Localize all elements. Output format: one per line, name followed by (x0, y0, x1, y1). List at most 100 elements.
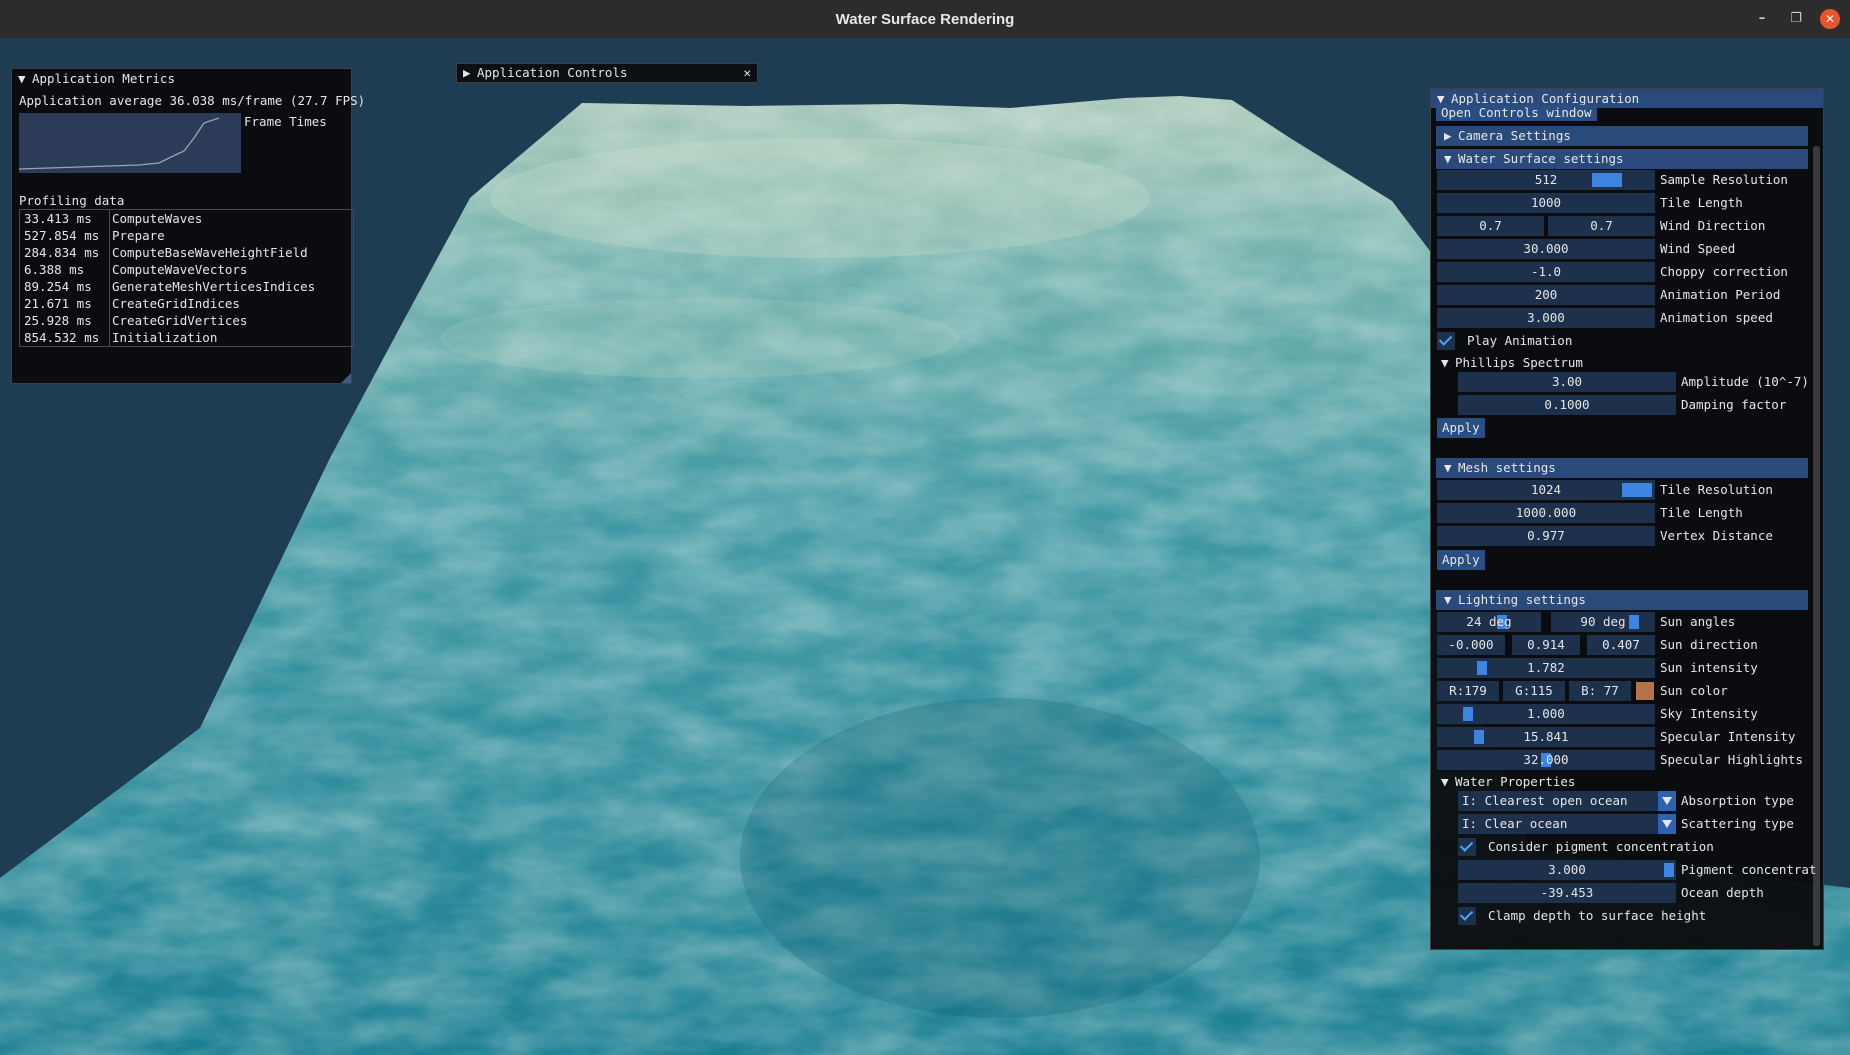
mesh-apply-button[interactable]: Apply (1437, 550, 1485, 570)
sun-color-r[interactable]: R:179 (1437, 681, 1499, 701)
profiling-table: 33.413 ms ComputeWaves 527.854 ms Prepare … (19, 209, 354, 347)
sky-intensity-slider[interactable]: 1.000 (1437, 704, 1655, 724)
tile-resolution-label: Tile Resolution (1660, 482, 1773, 497)
close-icon[interactable]: ✕ (743, 64, 751, 82)
specular-intensity-slider[interactable]: 15.841 (1437, 727, 1655, 747)
animation-speed-field[interactable]: 3.000 (1437, 308, 1655, 328)
sun-angle-azimuth-slider[interactable]: 90 deg (1551, 612, 1655, 632)
controls-window[interactable]: ▶ Application Controls ✕ (456, 63, 758, 83)
profiling-label: Profiling data (19, 193, 125, 208)
table-row: 33.413 ms ComputeWaves (24, 211, 203, 226)
vertex-distance-field[interactable]: 0.977 (1437, 526, 1655, 546)
play-animation-label: Play Animation (1467, 333, 1573, 348)
frame-times-graph (19, 113, 241, 173)
table-row: 25.928 ms CreateGridVertices (24, 313, 248, 328)
metrics-title: Application Metrics (32, 71, 175, 86)
tile-length-field[interactable]: 1000 (1437, 193, 1655, 213)
animation-period-field[interactable]: 200 (1437, 285, 1655, 305)
clamp-depth-checkbox[interactable] (1458, 907, 1476, 925)
frame-times-label: Frame Times (244, 114, 327, 129)
choppy-label: Choppy correction (1660, 264, 1788, 279)
minimize-icon[interactable]: – (1752, 9, 1772, 29)
camera-settings-header[interactable]: ▶ Camera Settings (1436, 126, 1808, 146)
lighting-settings-header[interactable]: ▼ Lighting settings (1436, 590, 1808, 610)
sun-color-g[interactable]: G:115 (1503, 681, 1565, 701)
damping-label: Damping factor (1681, 397, 1787, 412)
sun-direction-y[interactable]: 0.914 (1512, 635, 1580, 655)
tile-length-label: Tile Length (1660, 195, 1743, 210)
ocean-depth-label: Ocean depth (1681, 885, 1764, 900)
absorption-type-label: Absorption type (1681, 793, 1794, 808)
table-row: 21.671 ms CreateGridIndices (24, 296, 240, 311)
pigment-check-label: Consider pigment concentration (1488, 839, 1714, 854)
animation-period-label: Animation Period (1660, 287, 1781, 302)
choppy-field[interactable]: -1.0 (1437, 262, 1655, 282)
table-row: 6.388 ms ComputeWaveVectors (24, 262, 248, 277)
table-row: 284.834 ms ComputeBaseWaveHeightField (24, 245, 308, 260)
table-row: 89.254 ms GenerateMeshVerticesIndices (24, 279, 316, 294)
sun-intensity-label: Sun intensity (1660, 660, 1758, 675)
collapse-arrow-icon[interactable]: ▼ (18, 69, 32, 88)
sun-intensity-slider[interactable]: 1.782 (1437, 658, 1655, 678)
close-icon[interactable]: ✕ (1820, 9, 1840, 29)
window-title: Water Surface Rendering (835, 10, 1015, 28)
absorption-type-combo[interactable]: I: Clearest open ocean (1458, 791, 1676, 811)
scattering-type-label: Scattering type (1681, 816, 1794, 831)
water-apply-button[interactable]: Apply (1437, 418, 1485, 438)
config-scrollbar[interactable] (1813, 146, 1820, 946)
window-titlebar: Water Surface Rendering – ❐ ✕ (0, 0, 1850, 39)
table-row: 527.854 ms Prepare (24, 228, 165, 243)
metrics-window[interactable]: ▼ Application Metrics Application average… (11, 68, 365, 384)
animation-speed-label: Animation speed (1660, 310, 1773, 325)
fps-average: Application average 36.038 ms/frame (27.… (19, 93, 366, 108)
clamp-depth-label: Clamp depth to surface height (1488, 908, 1707, 923)
tile-resolution-slider[interactable]: 1024 (1437, 480, 1655, 500)
sample-resolution-slider[interactable]: 512 (1437, 170, 1655, 190)
wind-speed-field[interactable]: 30.000 (1437, 239, 1655, 259)
specular-highlights-slider[interactable]: 32.000 (1437, 750, 1655, 770)
controls-title: Application Controls (477, 65, 628, 80)
wind-speed-label: Wind Speed (1660, 241, 1736, 256)
sample-resolution-label: Sample Resolution (1660, 172, 1788, 187)
table-row: 854.532 ms Initialization (24, 330, 218, 345)
water-properties-node[interactable]: ▼ Water Properties (1441, 773, 1575, 790)
scattering-type-combo[interactable]: I: Clear ocean (1458, 814, 1676, 834)
wind-direction-y[interactable]: 0.7 (1548, 216, 1655, 236)
expand-arrow-icon[interactable]: ▶ (463, 64, 477, 82)
amplitude-field[interactable]: 3.00 (1458, 372, 1676, 392)
phillips-spectrum-node[interactable]: ▼ Phillips Spectrum (1441, 354, 1583, 371)
mesh-tile-length-field[interactable]: 1000.000 (1437, 503, 1655, 523)
ocean-depth-field[interactable]: -39.453 (1458, 883, 1676, 903)
water-settings-header[interactable]: ▼ Water Surface settings (1436, 149, 1808, 169)
amplitude-label: Amplitude (10^-7) (1681, 374, 1809, 389)
chevron-down-icon[interactable] (1658, 814, 1676, 834)
sun-color-swatch[interactable] (1636, 682, 1654, 700)
sun-direction-label: Sun direction (1660, 637, 1758, 652)
sun-color-label: Sun color (1660, 683, 1728, 698)
sun-color-b[interactable]: B: 77 (1569, 681, 1631, 701)
pigment-checkbox[interactable] (1458, 838, 1476, 856)
specular-intensity-label: Specular Intensity (1660, 729, 1796, 744)
wind-direction-x[interactable]: 0.7 (1437, 216, 1544, 236)
mesh-tile-length-label: Tile Length (1660, 505, 1743, 520)
vertex-distance-label: Vertex Distance (1660, 528, 1773, 543)
damping-field[interactable]: 0.1000 (1458, 395, 1676, 415)
sky-intensity-label: Sky Intensity (1660, 706, 1758, 721)
play-animation-checkbox[interactable] (1437, 332, 1455, 350)
open-controls-button[interactable]: Open Controls window (1436, 105, 1597, 121)
wind-direction-label: Wind Direction (1660, 218, 1766, 233)
config-window[interactable]: ▼ Application Configuration Open Controls… (1430, 88, 1824, 950)
pigment-slider[interactable]: 3.000 (1458, 860, 1676, 880)
sun-direction-z[interactable]: 0.407 (1587, 635, 1655, 655)
resize-grip[interactable] (341, 373, 351, 383)
chevron-down-icon[interactable] (1658, 791, 1676, 811)
controls-header[interactable]: ▶ Application Controls (457, 64, 757, 82)
restore-icon[interactable]: ❐ (1786, 9, 1806, 29)
config-title: Application Configuration (1451, 91, 1640, 106)
metrics-header[interactable]: ▼ Application Metrics (12, 69, 351, 88)
sun-direction-x[interactable]: -0.000 (1437, 635, 1505, 655)
specular-highlights-label: Specular Highlights (1660, 752, 1803, 767)
mesh-settings-header[interactable]: ▼ Mesh settings (1436, 458, 1808, 478)
pigment-label: Pigment concentrat (1681, 862, 1817, 877)
sun-angle-elevation-slider[interactable]: 24 deg (1437, 612, 1541, 632)
